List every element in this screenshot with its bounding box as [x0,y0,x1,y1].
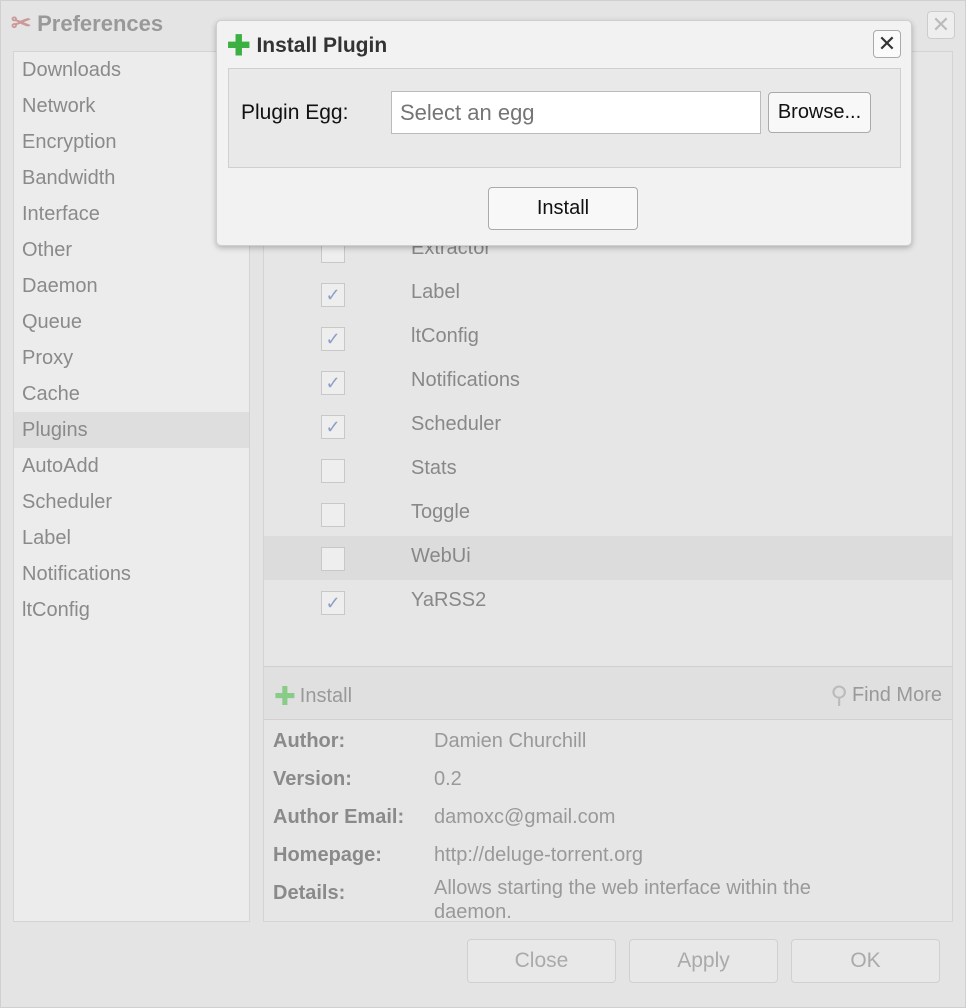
window-close-button[interactable]: ✕ [927,11,955,39]
sidebar-item-daemon[interactable]: Daemon [14,268,249,304]
window-title: ✂ Preferences [11,10,164,37]
plugin-row[interactable]: ✓ Notifications [264,360,952,404]
sidebar-item-downloads[interactable]: Downloads [14,52,249,88]
plugin-enabled-checkbox[interactable]: ✓ [321,327,345,351]
dialog-close-button[interactable]: ✕ [873,30,901,58]
plugin-egg-label: Plugin Egg: [241,101,349,124]
sidebar-item-other[interactable]: Other [14,232,249,268]
plugin-name: YaRSS2 [411,589,487,611]
plugin-name: Notifications [411,369,520,391]
plugin-name: WebUi [411,545,471,567]
dialog-title: ✚ Install Plugin [227,30,388,61]
puzzle-icon: ✚ [227,30,251,61]
sidebar-item-proxy[interactable]: Proxy [14,340,249,376]
info-value: damoxc@gmail.com [434,805,616,828]
info-value: Damien Churchill [434,729,587,752]
plugin-info: Author: Damien Churchill Version: 0.2 Author… [264,722,952,921]
sidebar: Downloads Network Encryption Bandwidth Inter… [13,51,250,922]
plugin-name: ltConfig [411,325,479,347]
info-value: 0.2 [434,767,462,790]
install-toolbar-button[interactable]: ✚ Install [274,681,352,712]
sidebar-item-bandwidth[interactable]: Bandwidth [14,160,249,196]
plugin-enabled-checkbox[interactable]: ✓ [321,415,345,439]
plugin-row[interactable]: Toggle [264,492,952,536]
plugin-egg-input[interactable] [391,91,761,134]
plugin-enabled-checkbox[interactable]: ✓ [321,283,345,307]
plugin-name: Stats [411,457,457,479]
egg-fieldset: Plugin Egg: Browse... [228,68,901,168]
tools-icon: ✂ [11,10,32,37]
puzzle-icon: ✚ [274,681,296,711]
plugin-name: Toggle [411,501,470,523]
sidebar-item-queue[interactable]: Queue [14,304,249,340]
info-key: Details: [273,881,346,904]
install-plugin-dialog: ✚ Install Plugin ✕ Plugin Egg: Browse...… [216,20,912,246]
info-value: Allows starting the web interface within… [434,877,811,920]
plugin-row[interactable]: Stats [264,448,952,492]
plugin-enabled-checkbox[interactable]: ✓ [321,591,345,615]
apply-button[interactable]: Apply [629,939,778,983]
sidebar-item-scheduler[interactable]: Scheduler [14,484,249,520]
plugin-enabled-checkbox[interactable] [321,547,345,571]
info-row: Version: 0.2 [264,760,952,798]
search-icon: ⚲ [830,682,848,709]
sidebar-item-autoadd[interactable]: AutoAdd [14,448,249,484]
plugin-name: Label [411,281,460,303]
ok-button[interactable]: OK [791,939,940,983]
sidebar-item-ltconfig[interactable]: ltConfig [14,592,249,628]
sidebar-item-network[interactable]: Network [14,88,249,124]
close-button[interactable]: Close [467,939,616,983]
plugin-enabled-checkbox[interactable]: ✓ [321,371,345,395]
info-row: Author Email: damoxc@gmail.com [264,798,952,836]
sidebar-item-notifications[interactable]: Notifications [14,556,249,592]
info-key: Author: [273,729,346,752]
info-key: Homepage: [273,843,382,866]
info-row: Details: Allows starting the web interfac… [264,874,952,920]
install-button[interactable]: Install [488,187,638,230]
info-key: Author Email: [273,805,405,828]
sidebar-item-cache[interactable]: Cache [14,376,249,412]
plugin-enabled-checkbox[interactable] [321,459,345,483]
plugin-row[interactable]: ✓ YaRSS2 [264,580,952,624]
browse-button[interactable]: Browse... [768,92,871,133]
plugin-row[interactable]: ✓ Label [264,272,952,316]
plugin-toolbar: ✚ Install ⚲ Find More [264,666,952,720]
plugin-row[interactable]: WebUi [264,536,952,580]
sidebar-item-encryption[interactable]: Encryption [14,124,249,160]
plugin-enabled-checkbox[interactable] [321,503,345,527]
plugin-name: Scheduler [411,413,502,435]
sidebar-item-plugins[interactable]: Plugins [14,412,249,448]
info-row: Author: Damien Churchill [264,722,952,760]
find-more-button[interactable]: ⚲ Find More [830,681,942,710]
info-key: Version: [273,767,352,790]
plugin-row[interactable]: ✓ Scheduler [264,404,952,448]
sidebar-item-label[interactable]: Label [14,520,249,556]
sidebar-item-interface[interactable]: Interface [14,196,249,232]
plugin-row[interactable]: ✓ ltConfig [264,316,952,360]
